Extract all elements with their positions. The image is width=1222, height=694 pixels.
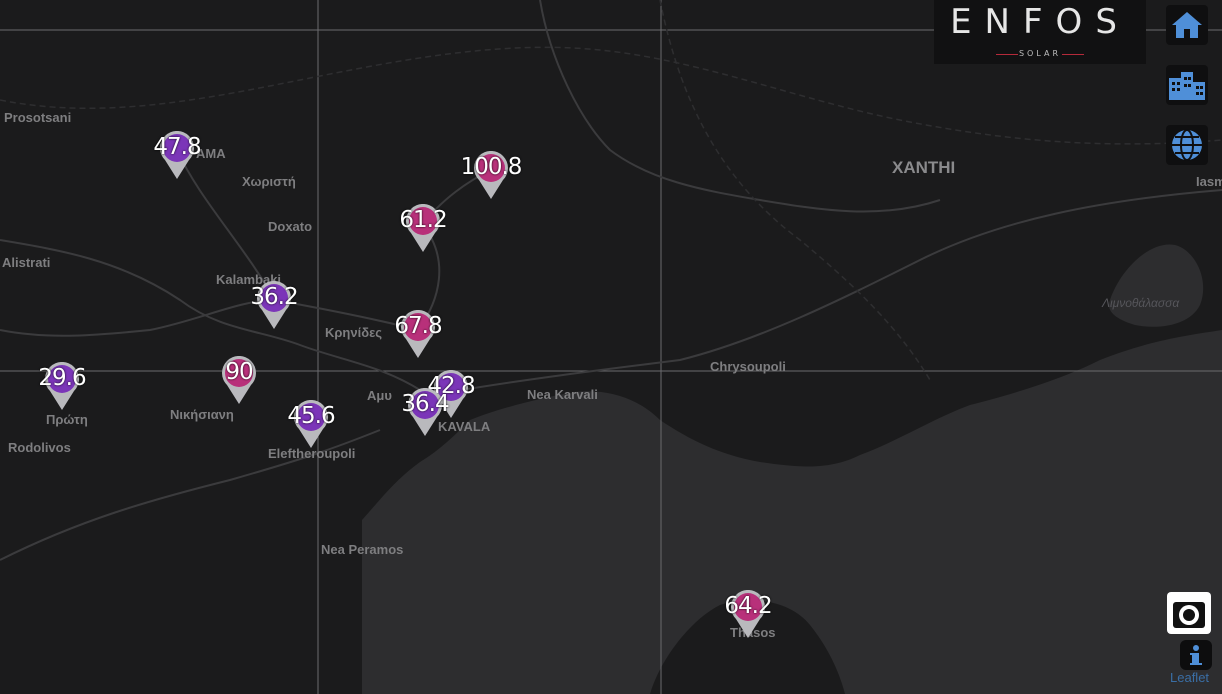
- home-icon: [1172, 12, 1202, 38]
- building-icon: [1169, 72, 1205, 100]
- place-label: Κρηνίδες: [325, 325, 383, 340]
- place-label: KAVALA: [438, 419, 491, 434]
- marker-value: 64.2: [724, 593, 772, 619]
- logo-text: ENFOS: [950, 2, 1130, 42]
- info-icon: [1190, 645, 1202, 665]
- place-label: Doxato: [268, 219, 313, 234]
- marker-value: 100.8: [460, 154, 523, 180]
- map-canvas[interactable]: [0, 0, 1222, 694]
- screenshot-button[interactable]: [1167, 592, 1211, 634]
- map-marker[interactable]: 36.4: [401, 388, 450, 438]
- camera-icon: [1173, 602, 1205, 628]
- marker-value: 67.8: [394, 313, 442, 339]
- marker-value: 90: [225, 359, 253, 385]
- info-button[interactable]: [1180, 640, 1212, 670]
- map-marker[interactable]: 61.2: [399, 204, 448, 254]
- place-label: Πρώτη: [46, 412, 88, 427]
- map-marker[interactable]: 100.8: [461, 151, 522, 201]
- map-marker[interactable]: 36.2: [250, 281, 299, 331]
- marker-value: 61.2: [399, 207, 447, 233]
- marker-value: 36.2: [250, 284, 298, 310]
- place-label: Nea Karvali: [527, 387, 598, 402]
- globe-icon: [1172, 129, 1202, 161]
- map-marker[interactable]: 29.6: [38, 362, 87, 412]
- globe-button[interactable]: [1166, 125, 1208, 165]
- map-marker[interactable]: 45.6: [287, 400, 336, 450]
- place-label: Chrysoupoli: [710, 359, 786, 374]
- place-label: Νικήσιανη: [170, 407, 234, 422]
- home-button[interactable]: [1166, 5, 1208, 45]
- marker-value: 36.4: [401, 391, 449, 417]
- place-label: Χωριστή: [242, 174, 296, 189]
- place-label: Λιμνοθάλασσα: [1102, 296, 1180, 310]
- map-marker[interactable]: 47.8: [153, 131, 202, 181]
- place-label: Nea Peramos: [321, 542, 404, 557]
- map-marker[interactable]: 64.2: [724, 590, 773, 640]
- logo-subtitle: SOLAR: [1018, 49, 1062, 58]
- marker-value: 47.8: [153, 134, 201, 160]
- map-marker[interactable]: 67.8: [394, 310, 443, 360]
- enfos-logo: ENFOS SOLAR: [934, 0, 1146, 64]
- lagoon-area: [1108, 244, 1204, 327]
- map-marker[interactable]: 90: [220, 356, 258, 406]
- buildings-button[interactable]: [1166, 65, 1208, 105]
- place-label: XANTHI: [892, 158, 956, 177]
- place-label: Iasm: [1196, 174, 1222, 189]
- marker-value: 45.6: [287, 403, 335, 429]
- marker-value: 29.6: [38, 365, 86, 391]
- leaflet-attribution[interactable]: Leaflet: [1170, 670, 1209, 685]
- place-label: Rodolivos: [8, 440, 71, 455]
- place-label: Prosotsani: [4, 110, 72, 125]
- place-label: Alistrati: [2, 255, 51, 270]
- place-label: Αμυ: [367, 388, 392, 403]
- logo-line-right: [1062, 54, 1084, 55]
